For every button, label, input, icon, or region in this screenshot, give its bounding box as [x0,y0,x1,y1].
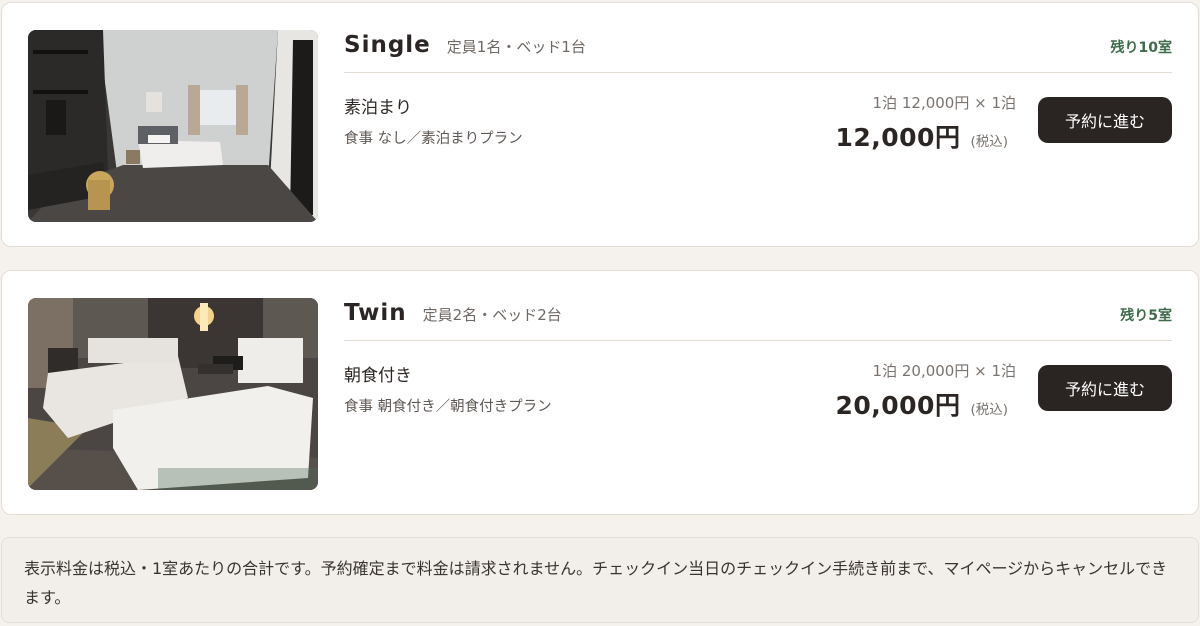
plan-name: 朝食付き [344,366,412,386]
room-photo-single[interactable] [28,30,318,222]
plan-meal-info: 食事 朝食付き／朝食付きプラン [344,399,552,415]
availability-badge: 残り5室 [1120,308,1172,324]
room-capacity: 定員2名・ベッド2台 [422,306,562,324]
room-photo-twin[interactable] [28,298,318,490]
price-total: 12,000円 (税込) [835,118,1008,154]
availability-badge: 残り10室 [1110,40,1172,56]
tax-note: (税込) [970,402,1008,418]
total-amount: 20,000円 [835,391,961,420]
price-total: 20,000円 (税込) [835,386,1008,422]
cancellation-notice: 表示料金は税込・1室あたりの合計です。予約確定まで料金は請求されません。チェック… [1,537,1199,623]
plan-meal-info: 食事 なし／素泊まりプラン [344,131,523,147]
room-name: Twin [344,300,407,326]
book-button[interactable]: 予約に進む [1038,365,1172,411]
room-header: Twin 定員2名・ベッド2台 残り5室 [344,295,1172,341]
tax-note: (税込) [970,134,1008,150]
plan-name: 素泊まり [344,98,412,118]
price-breakdown: 1泊 20,000円 × 1泊 [872,362,1016,380]
price-breakdown: 1泊 12,000円 × 1泊 [872,94,1016,112]
room-card-twin: Twin 定員2名・ベッド2台 残り5室 朝食付き 食事 朝食付き／朝食付きプラ… [1,270,1199,515]
book-button[interactable]: 予約に進む [1038,97,1172,143]
room-capacity: 定員1名・ベッド1台 [446,38,586,56]
room-header: Single 定員1名・ベッド1台 残り10室 [344,27,1172,73]
room-card-single: Single 定員1名・ベッド1台 残り10室 素泊まり 食事 なし／素泊まりプ… [1,2,1199,247]
room-name: Single [344,32,431,58]
room-list-page: Single 定員1名・ベッド1台 残り10室 素泊まり 食事 なし／素泊まりプ… [0,0,1200,626]
total-amount: 12,000円 [835,123,961,152]
